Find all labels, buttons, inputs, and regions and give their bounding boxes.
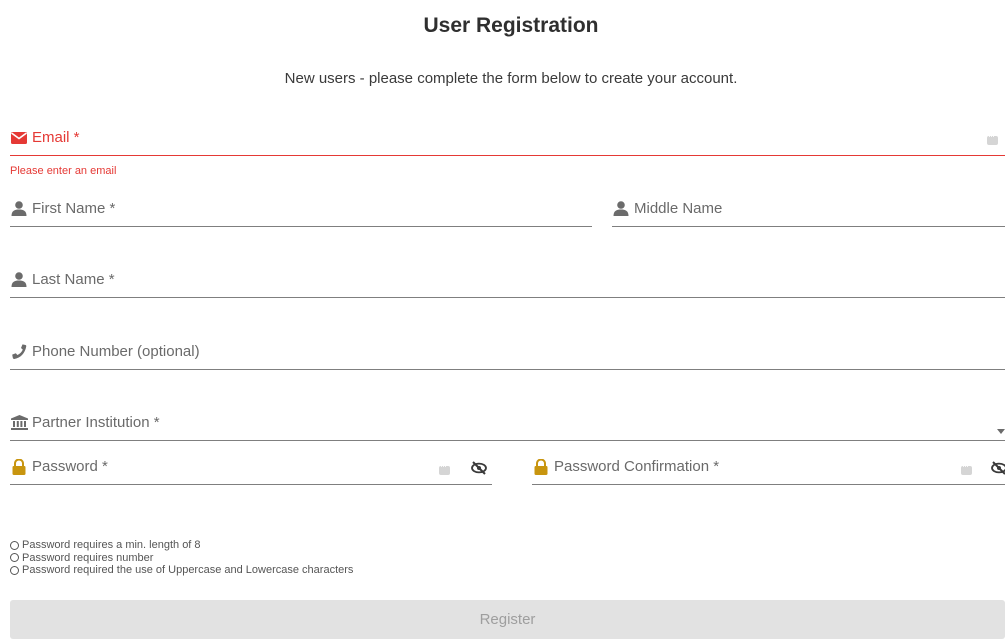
first-name-label: First Name * bbox=[32, 200, 116, 217]
list-item: Password required the use of Uppercase a… bbox=[10, 564, 353, 577]
first-name-field[interactable]: First Name * bbox=[10, 197, 592, 227]
password-confirmation-label: Password Confirmation * bbox=[554, 458, 720, 475]
partner-institution-select[interactable]: Partner Institution * bbox=[10, 411, 1005, 441]
password-field[interactable]: Password * bbox=[10, 455, 492, 485]
more-icon[interactable] bbox=[439, 461, 450, 475]
list-item: Password requires a min. length of 8 bbox=[10, 539, 353, 552]
circle-icon bbox=[10, 553, 19, 563]
last-name-field[interactable]: Last Name * bbox=[10, 268, 1005, 298]
phone-label: Phone Number (optional) bbox=[32, 343, 200, 360]
phone-field[interactable]: Phone Number (optional) bbox=[10, 340, 1005, 370]
eye-slash-icon[interactable] bbox=[991, 461, 1005, 475]
user-icon bbox=[10, 272, 28, 288]
register-button[interactable]: Register bbox=[10, 600, 1005, 639]
lock-icon bbox=[532, 458, 550, 475]
page-subtitle: New users - please complete the form bel… bbox=[284, 70, 738, 87]
middle-name-field[interactable]: Middle Name bbox=[612, 197, 1005, 227]
list-item: Password requires number bbox=[10, 552, 353, 565]
middle-name-label: Middle Name bbox=[634, 200, 723, 217]
bank-icon bbox=[10, 415, 28, 431]
more-icon[interactable] bbox=[987, 131, 998, 145]
page-title: User Registration bbox=[423, 14, 599, 37]
envelope-icon bbox=[10, 130, 28, 146]
lock-icon bbox=[10, 458, 28, 475]
phone-icon bbox=[10, 343, 28, 360]
password-requirements: Password requires a min. length of 8 Pas… bbox=[10, 539, 353, 577]
eye-slash-icon[interactable] bbox=[471, 461, 487, 475]
user-icon bbox=[612, 201, 630, 217]
last-name-label: Last Name * bbox=[32, 271, 115, 288]
password-label: Password * bbox=[32, 458, 108, 475]
more-icon[interactable] bbox=[961, 461, 972, 475]
password-confirmation-field[interactable]: Password Confirmation * bbox=[532, 455, 1005, 485]
caret-down-icon[interactable] bbox=[997, 421, 1005, 439]
circle-icon bbox=[10, 540, 19, 550]
email-error-message: Please enter an email bbox=[10, 165, 117, 177]
email-label: Email * bbox=[32, 129, 80, 146]
user-icon bbox=[10, 201, 28, 217]
circle-icon bbox=[10, 565, 19, 575]
email-field[interactable]: Email * bbox=[10, 126, 1005, 156]
partner-institution-label: Partner Institution * bbox=[32, 414, 160, 431]
